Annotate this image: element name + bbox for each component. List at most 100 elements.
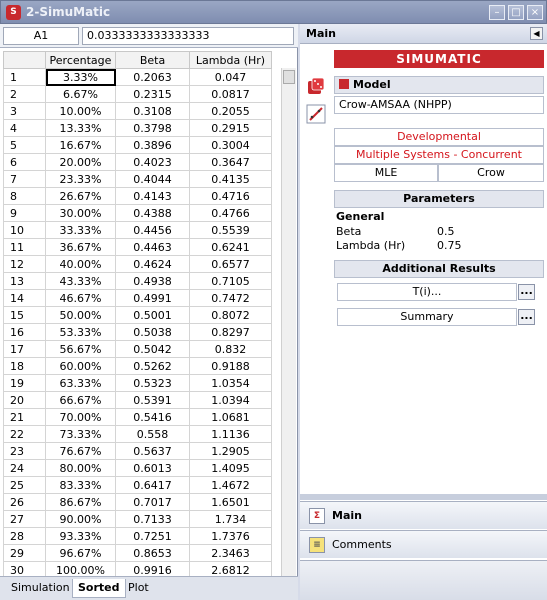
beta-cell[interactable]: 0.4463 [115, 238, 190, 256]
row-number[interactable]: 22 [3, 425, 46, 443]
percentage-cell[interactable]: 53.33% [45, 323, 116, 341]
beta-cell[interactable]: 0.4991 [115, 289, 190, 307]
row-number[interactable]: 14 [3, 289, 46, 307]
beta-cell[interactable]: 0.5323 [115, 374, 190, 392]
percentage-cell[interactable]: 50.00% [45, 306, 116, 324]
lambda-cell[interactable]: 1.0681 [189, 408, 272, 426]
beta-cell[interactable]: 0.4143 [115, 187, 190, 205]
lambda-cell[interactable]: 0.832 [189, 340, 272, 358]
lambda-cell[interactable]: 0.6577 [189, 255, 272, 273]
percentage-cell[interactable]: 10.00% [45, 102, 116, 120]
tab-simulation[interactable]: Simulation [6, 579, 75, 598]
percentage-cell[interactable]: 73.33% [45, 425, 116, 443]
table-row[interactable]: 16 53.33% 0.5038 0.8297 [3, 323, 272, 341]
table-row[interactable]: 13 43.33% 0.4938 0.7105 [3, 272, 272, 290]
beta-cell[interactable]: 0.4388 [115, 204, 190, 222]
beta-cell[interactable]: 0.3896 [115, 136, 190, 154]
table-row[interactable]: 3 10.00% 0.3108 0.2055 [3, 102, 272, 120]
vertical-scrollbar[interactable] [281, 68, 296, 592]
column-header-lambda[interactable]: Lambda (Hr) [189, 51, 272, 69]
table-row[interactable]: 25 83.33% 0.6417 1.4672 [3, 476, 272, 494]
table-row[interactable]: 20 66.67% 0.5391 1.0394 [3, 391, 272, 409]
lambda-cell[interactable]: 1.4095 [189, 459, 272, 477]
beta-cell[interactable]: 0.5001 [115, 306, 190, 324]
beta-cell[interactable]: 0.7133 [115, 510, 190, 528]
lambda-cell[interactable]: 1.0354 [189, 374, 272, 392]
row-number[interactable]: 18 [3, 357, 46, 375]
scroll-thumb[interactable] [283, 70, 295, 84]
lambda-cell[interactable]: 0.047 [189, 68, 272, 86]
table-row[interactable]: 10 33.33% 0.4456 0.5539 [3, 221, 272, 239]
beta-row[interactable]: Beta 0.5 [336, 225, 544, 239]
beta-cell[interactable]: 0.7017 [115, 493, 190, 511]
beta-cell[interactable]: 0.4023 [115, 153, 190, 171]
beta-cell[interactable]: 0.5637 [115, 442, 190, 460]
row-number[interactable]: 15 [3, 306, 46, 324]
row-number[interactable]: 9 [3, 204, 46, 222]
table-row[interactable]: 27 90.00% 0.7133 1.734 [3, 510, 272, 528]
percentage-cell[interactable]: 46.67% [45, 289, 116, 307]
lambda-cell[interactable]: 0.4135 [189, 170, 272, 188]
tab-sorted[interactable]: Sorted [72, 579, 126, 598]
beta-value[interactable]: 0.5 [437, 225, 455, 238]
table-row[interactable]: 9 30.00% 0.4388 0.4766 [3, 204, 272, 222]
table-row[interactable]: 21 70.00% 0.5416 1.0681 [3, 408, 272, 426]
lambda-cell[interactable]: 0.7105 [189, 272, 272, 290]
row-number[interactable]: 11 [3, 238, 46, 256]
lambda-cell[interactable]: 1.7376 [189, 527, 272, 545]
crow-option[interactable]: Crow [438, 164, 544, 182]
beta-cell[interactable]: 0.3798 [115, 119, 190, 137]
collapse-arrow-icon[interactable]: ◀ [530, 27, 543, 40]
percentage-cell[interactable]: 90.00% [45, 510, 116, 528]
percentage-cell[interactable]: 23.33% [45, 170, 116, 188]
lambda-cell[interactable]: 0.6241 [189, 238, 272, 256]
row-number[interactable]: 20 [3, 391, 46, 409]
lambda-value[interactable]: 0.75 [437, 239, 462, 252]
minimize-button[interactable]: – [489, 5, 505, 20]
beta-cell[interactable]: 0.5416 [115, 408, 190, 426]
lambda-cell[interactable]: 0.3647 [189, 153, 272, 171]
row-number[interactable]: 28 [3, 527, 46, 545]
row-number[interactable]: 8 [3, 187, 46, 205]
lambda-cell[interactable]: 1.4672 [189, 476, 272, 494]
table-row[interactable]: 1 3.33% 0.2063 0.047 [3, 68, 272, 86]
row-number[interactable]: 5 [3, 136, 46, 154]
beta-cell[interactable]: 0.7251 [115, 527, 190, 545]
lambda-cell[interactable]: 0.7472 [189, 289, 272, 307]
mle-option[interactable]: MLE [334, 164, 438, 182]
column-header-percentage[interactable]: Percentage [45, 51, 116, 69]
table-row[interactable]: 15 50.00% 0.5001 0.8072 [3, 306, 272, 324]
dice-icon[interactable] [306, 76, 326, 96]
percentage-cell[interactable]: 13.33% [45, 119, 116, 137]
percentage-cell[interactable]: 96.67% [45, 544, 116, 562]
percentage-cell[interactable]: 93.33% [45, 527, 116, 545]
row-number[interactable]: 19 [3, 374, 46, 392]
percentage-cell[interactable]: 80.00% [45, 459, 116, 477]
cell-value-field[interactable]: 0.0333333333333333 [82, 27, 294, 45]
percentage-cell[interactable]: 33.33% [45, 221, 116, 239]
row-number[interactable]: 3 [3, 102, 46, 120]
percentage-cell[interactable]: 3.33% [45, 68, 116, 86]
model-value[interactable]: Crow-AMSAA (NHPP) [334, 96, 544, 114]
lambda-cell[interactable]: 0.9188 [189, 357, 272, 375]
beta-cell[interactable]: 0.4044 [115, 170, 190, 188]
beta-cell[interactable]: 0.2315 [115, 85, 190, 103]
beta-cell[interactable]: 0.4624 [115, 255, 190, 273]
table-row[interactable]: 18 60.00% 0.5262 0.9188 [3, 357, 272, 375]
percentage-cell[interactable]: 30.00% [45, 204, 116, 222]
lambda-cell[interactable]: 0.2055 [189, 102, 272, 120]
table-row[interactable]: 17 56.67% 0.5042 0.832 [3, 340, 272, 358]
table-row[interactable]: 26 86.67% 0.7017 1.6501 [3, 493, 272, 511]
lambda-row[interactable]: Lambda (Hr) 0.75 [336, 239, 544, 253]
table-row[interactable]: 7 23.33% 0.4044 0.4135 [3, 170, 272, 188]
lambda-cell[interactable]: 1.734 [189, 510, 272, 528]
table-row[interactable]: 12 40.00% 0.4624 0.6577 [3, 255, 272, 273]
percentage-cell[interactable]: 76.67% [45, 442, 116, 460]
row-number[interactable]: 6 [3, 153, 46, 171]
beta-cell[interactable]: 0.5262 [115, 357, 190, 375]
row-number[interactable]: 10 [3, 221, 46, 239]
percentage-cell[interactable]: 26.67% [45, 187, 116, 205]
lambda-cell[interactable]: 0.2915 [189, 119, 272, 137]
lambda-cell[interactable]: 0.5539 [189, 221, 272, 239]
table-row[interactable]: 11 36.67% 0.4463 0.6241 [3, 238, 272, 256]
